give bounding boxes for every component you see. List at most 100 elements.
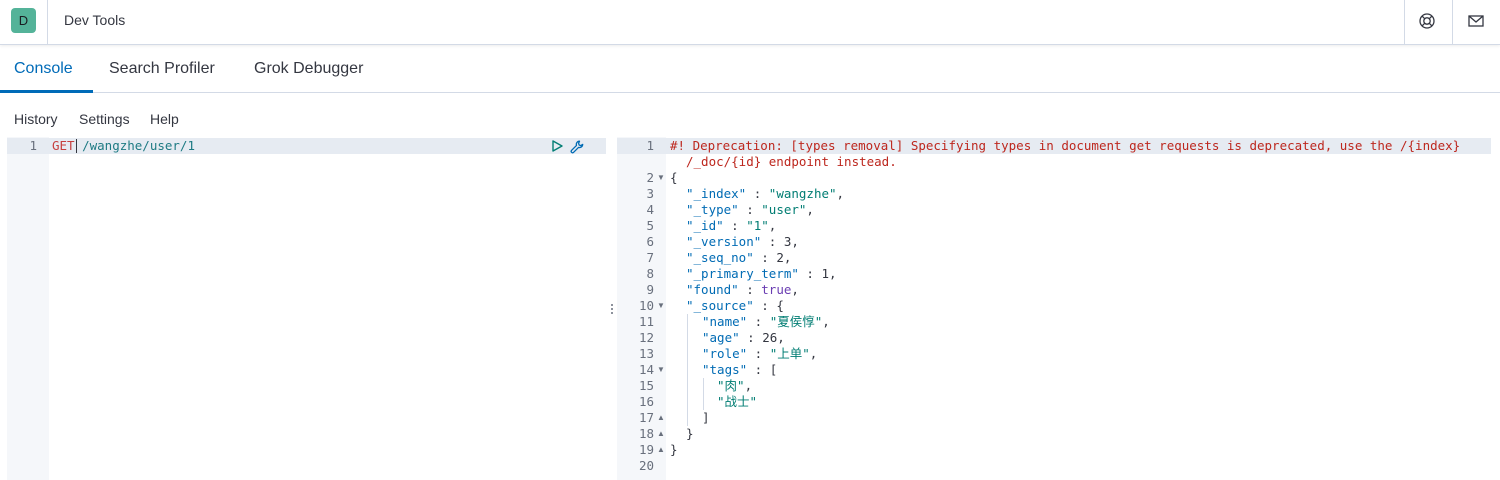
json-punct: ,	[744, 378, 753, 393]
line-number: 5	[646, 218, 654, 233]
line-number: 20	[638, 458, 654, 473]
json-key: "name"	[702, 314, 748, 329]
fold-toggle-icon[interactable]: ▼	[657, 362, 665, 378]
json-punct: ,	[809, 346, 818, 361]
json-key: "_version"	[686, 234, 762, 249]
json-punct: ,	[791, 282, 799, 297]
json-separator: :	[753, 298, 777, 313]
json-value: "肉"	[717, 378, 745, 393]
line-number: 8	[646, 266, 654, 281]
help-icon[interactable]	[1418, 12, 1436, 30]
json-punct: ,	[806, 202, 814, 217]
deprecation-warning-continued: /_doc/{id} endpoint instead.	[686, 154, 897, 169]
json-line: "name" : "夏侯惇",	[702, 314, 830, 330]
json-line: "战士"	[717, 394, 757, 410]
json-separator: :	[798, 266, 822, 281]
json-separator: :	[747, 314, 770, 329]
settings-link[interactable]: Settings	[79, 111, 130, 127]
mail-icon[interactable]	[1467, 12, 1485, 30]
help-link[interactable]: Help	[150, 111, 179, 127]
line-number: 2	[646, 170, 654, 185]
json-value: 2	[776, 250, 784, 265]
json-key: "_primary_term"	[686, 266, 799, 281]
json-value: "user"	[761, 202, 807, 217]
line-number: 6	[646, 234, 654, 249]
wrench-icon[interactable]	[569, 139, 585, 155]
line-number: 1	[29, 138, 37, 153]
json-separator: :	[739, 330, 763, 345]
json-punct: ,	[768, 218, 777, 233]
json-value: "wangzhe"	[768, 186, 837, 201]
tab-bar	[0, 46, 1500, 93]
json-close-brace: }	[686, 426, 694, 441]
json-line: "_version" : 3,	[686, 234, 799, 250]
json-key: "_seq_no"	[686, 250, 754, 265]
deprecation-warning: #! Deprecation: [types removal] Specifyi…	[670, 138, 1461, 153]
tab-search-profiler[interactable]: Search Profiler	[109, 60, 215, 78]
line-number: 10	[638, 298, 654, 313]
json-value: "夏侯惇"	[769, 314, 823, 329]
fold-toggle-icon[interactable]: ▲	[657, 426, 665, 442]
fold-toggle-icon[interactable]: ▲	[657, 410, 665, 426]
header-divider	[1404, 0, 1405, 44]
json-separator: :	[747, 362, 770, 377]
line-number: 17	[638, 410, 654, 425]
json-punct: ,	[791, 234, 799, 249]
json-close-bracket: ]	[702, 410, 710, 425]
json-line: "found" : true,	[686, 282, 799, 298]
tab-console[interactable]: Console	[14, 60, 73, 78]
fold-toggle-icon[interactable]: ▼	[657, 170, 665, 186]
json-punct: ,	[829, 266, 837, 281]
json-punct: ,	[836, 186, 845, 201]
line-number: 4	[646, 202, 654, 217]
line-number: 1	[646, 138, 654, 153]
json-line: "_type" : "user",	[686, 202, 814, 218]
play-icon[interactable]	[550, 139, 564, 153]
logo-letter: D	[18, 13, 29, 28]
app-logo[interactable]: D	[11, 8, 36, 33]
json-separator: :	[738, 282, 762, 297]
json-punct: {	[776, 298, 784, 313]
panel-resizer[interactable]	[606, 137, 617, 480]
tab-grok-debugger[interactable]: Grok Debugger	[254, 60, 363, 78]
indent-guide	[703, 378, 704, 410]
json-line: "age" : 26,	[702, 330, 785, 346]
json-separator: :	[746, 186, 769, 201]
request-url: /wangzhe/user/1	[74, 138, 195, 153]
json-line: "肉",	[717, 378, 752, 394]
json-line: "_seq_no" : 2,	[686, 250, 791, 266]
json-key: "_index"	[686, 186, 747, 201]
json-key: "_id"	[686, 218, 724, 233]
json-separator: :	[761, 234, 784, 249]
json-line: "tags" : [	[702, 362, 777, 378]
json-close-brace: }	[670, 442, 678, 457]
header-divider	[1452, 0, 1453, 44]
fold-toggle-icon[interactable]: ▲	[657, 442, 665, 458]
line-number: 16	[638, 394, 654, 409]
line-number: 19	[638, 442, 654, 457]
request-method: GET	[52, 138, 75, 153]
json-separator: :	[753, 250, 777, 265]
request-line[interactable]: GET /wangzhe/user/1	[52, 138, 195, 154]
json-separator: :	[738, 202, 762, 217]
history-link[interactable]: History	[14, 111, 58, 127]
line-number: 15	[638, 378, 654, 393]
line-number: 9	[646, 282, 654, 297]
fold-toggle-icon[interactable]: ▼	[657, 298, 665, 314]
json-line: "_id" : "1",	[686, 218, 776, 234]
json-value: 1	[821, 266, 829, 281]
request-gutter	[7, 137, 49, 480]
json-key: "found"	[686, 282, 739, 297]
json-punct: [	[769, 362, 778, 377]
header-divider	[47, 0, 48, 44]
json-separator: :	[747, 346, 770, 361]
json-value: true	[761, 282, 792, 297]
json-key: "_source"	[686, 298, 754, 313]
line-number: 3	[646, 186, 654, 201]
active-tab-indicator	[0, 90, 93, 93]
json-line: "_index" : "wangzhe",	[686, 186, 844, 202]
json-value: "上单"	[769, 346, 810, 361]
json-line: "role" : "上单",	[702, 346, 817, 362]
json-key: "age"	[702, 330, 740, 345]
line-number: 7	[646, 250, 654, 265]
